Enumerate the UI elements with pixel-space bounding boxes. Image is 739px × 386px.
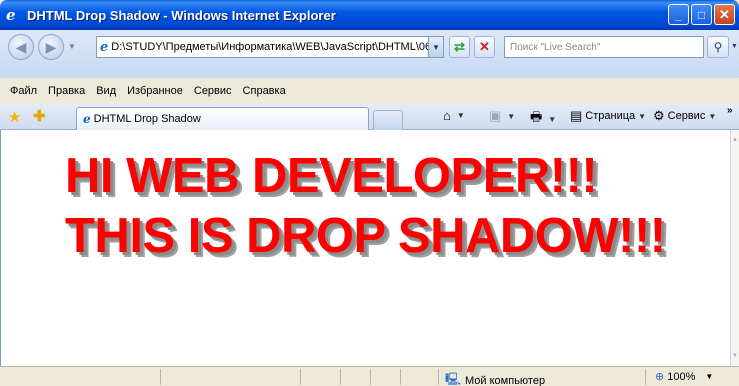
tab-page-icon: e xyxy=(83,112,91,126)
menu-file[interactable]: Файл xyxy=(10,85,37,97)
zoom-dropdown-icon[interactable]: ▼ xyxy=(705,372,713,381)
page-icon: e xyxy=(100,39,109,55)
page-icon: ▤ xyxy=(570,108,583,123)
back-arrow-icon: ◀ xyxy=(15,38,27,55)
back-button[interactable]: ◀ xyxy=(8,34,34,60)
scroll-down-arrow-icon[interactable]: ▼ xyxy=(731,350,739,362)
vertical-scrollbar[interactable]: ▲ ▼ xyxy=(730,130,739,366)
menu-edit[interactable]: Правка xyxy=(48,85,85,97)
maximize-button[interactable]: □ xyxy=(691,4,712,25)
menu-view[interactable]: Вид xyxy=(96,85,116,97)
close-button[interactable]: ✕ xyxy=(714,4,735,25)
stop-button[interactable]: ✕ xyxy=(474,36,495,58)
page-content: HI WEB DEVELOPER!!! THIS IS DROP SHADOW!… xyxy=(0,130,730,366)
tab-bar: ★ ✚ e DHTML Drop Shadow ⌂ ▼ ▣ ▼ 🖶 ▼ ▤ Стран… xyxy=(0,104,739,130)
tools-menu-label: Сервис xyxy=(667,110,706,122)
search-button[interactable]: ⚲ xyxy=(707,36,729,58)
zone-label: Мой компьютер xyxy=(465,374,546,386)
search-input[interactable]: Поиск "Live Search" xyxy=(504,36,704,58)
forward-arrow-icon: ▶ xyxy=(45,38,57,55)
security-zone: 🖳 Мой компьютер xyxy=(445,370,545,386)
menu-favorites[interactable]: Избранное xyxy=(127,85,183,97)
recent-pages-dropdown[interactable]: ▼ xyxy=(68,42,76,51)
page-menu-button[interactable]: ▤ Страница ▼ xyxy=(570,108,646,124)
home-button[interactable]: ⌂ ▼ xyxy=(443,108,465,123)
feeds-icon: ▣ xyxy=(489,108,502,123)
window-title: DHTML Drop Shadow - Windows Internet Exp… xyxy=(27,7,336,23)
ie-logo-icon: e xyxy=(6,6,16,24)
gear-icon: ⚙ xyxy=(653,108,665,123)
favorites-star-icon[interactable]: ★ xyxy=(8,108,21,126)
status-bar: 🖳 Мой компьютер ⊕ 100% ▼ xyxy=(0,366,739,386)
print-button[interactable]: 🖶 ▼ xyxy=(530,108,556,130)
tab-dhtml-drop-shadow[interactable]: e DHTML Drop Shadow xyxy=(76,107,369,130)
refresh-icon: ⇄ xyxy=(454,39,465,54)
more-commands-chevron-icon[interactable]: » xyxy=(727,105,733,116)
navigation-bar: ◀ ▶ ▼ e D:\STUDY\Предметы\Информатика\WE… xyxy=(0,30,739,78)
headline-line-1: HI WEB DEVELOPER!!! xyxy=(65,149,598,203)
add-favorites-icon[interactable]: ✚ xyxy=(33,107,46,125)
menu-help[interactable]: Справка xyxy=(243,85,286,97)
headline-line-2: THIS IS DROP SHADOW!!! xyxy=(65,209,666,263)
search-placeholder: Поиск "Live Search" xyxy=(510,41,601,53)
minimize-button[interactable]: _ xyxy=(668,4,689,25)
address-bar[interactable]: e D:\STUDY\Предметы\Информатика\WEB\Java… xyxy=(96,36,444,58)
window-controls: _ □ ✕ xyxy=(668,4,735,25)
scroll-up-arrow-icon[interactable]: ▲ xyxy=(731,134,739,146)
tools-menu-button[interactable]: ⚙ Сервис ▼ xyxy=(653,108,716,124)
stop-icon: ✕ xyxy=(479,39,490,54)
new-tab-button[interactable] xyxy=(373,110,403,130)
page-menu-label: Страница xyxy=(585,110,636,122)
refresh-button[interactable]: ⇄ xyxy=(449,36,470,58)
home-icon: ⌂ xyxy=(443,108,451,123)
address-dropdown-button[interactable]: ▼ xyxy=(428,37,443,57)
zoom-control[interactable]: ⊕ 100% ▼ xyxy=(655,370,713,384)
forward-button[interactable]: ▶ xyxy=(38,34,64,60)
menu-tools[interactable]: Сервис xyxy=(194,85,232,97)
zoom-icon: ⊕ xyxy=(655,371,665,383)
feeds-button[interactable]: ▣ ▼ xyxy=(489,108,515,124)
tab-label: DHTML Drop Shadow xyxy=(93,113,201,125)
search-options-dropdown[interactable]: ▼ xyxy=(731,43,738,50)
print-icon: 🖶 xyxy=(530,109,543,124)
computer-icon: 🖳 xyxy=(445,372,462,386)
search-icon: ⚲ xyxy=(713,40,723,54)
zoom-level: 100% xyxy=(667,370,696,383)
title-bar: e DHTML Drop Shadow - Windows Internet E… xyxy=(0,0,739,30)
menu-bar: Файл Правка Вид Избранное Сервис Справка xyxy=(0,78,739,104)
address-url[interactable]: D:\STUDY\Предметы\Информатика\WEB\JavaSc… xyxy=(111,41,431,53)
